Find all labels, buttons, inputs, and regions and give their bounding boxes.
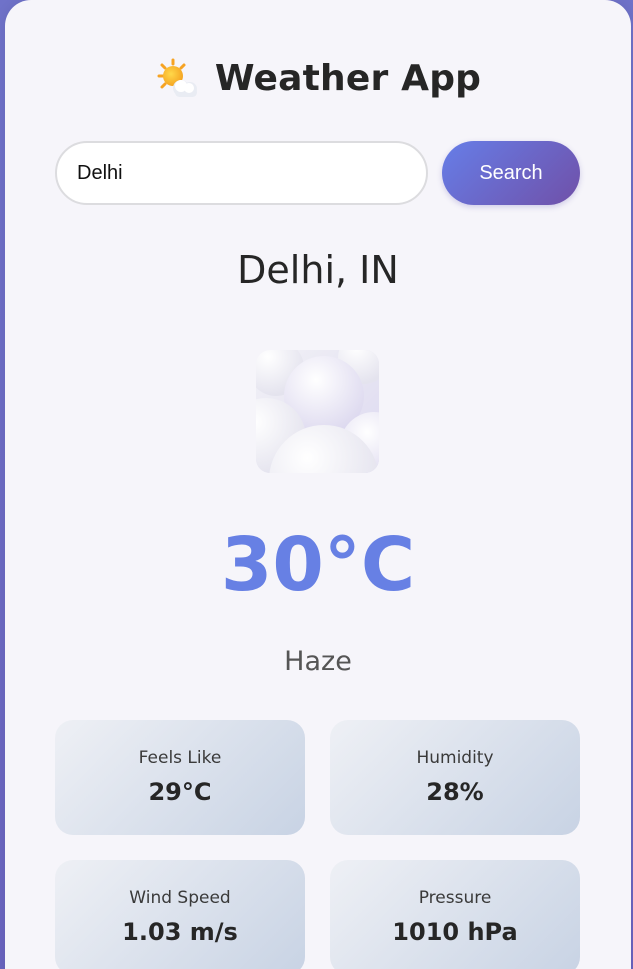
stat-label: Wind Speed [129, 888, 231, 908]
app-header: Weather App [5, 56, 631, 100]
weather-card: Weather App Search Delhi, IN [5, 0, 631, 969]
stat-value: 29°C [148, 778, 212, 806]
stat-value: 28% [426, 778, 484, 806]
stat-value: 1.03 m/s [122, 918, 238, 946]
stat-feels-like: Feels Like 29°C [55, 720, 305, 835]
stat-value: 1010 hPa [392, 918, 518, 946]
stat-wind-speed: Wind Speed 1.03 m/s [55, 860, 305, 969]
stat-label: Humidity [416, 748, 494, 768]
app-title: Weather App [214, 57, 482, 99]
stat-pressure: Pressure 1010 hPa [330, 860, 580, 969]
sun-behind-cloud-icon [155, 58, 201, 102]
stat-humidity: Humidity 28% [330, 720, 580, 835]
location-name: Delhi, IN [237, 248, 399, 292]
stat-label: Pressure [418, 888, 492, 908]
stat-label: Feels Like [138, 748, 222, 768]
cloud-icon [256, 350, 379, 473]
search-button[interactable]: Search [442, 141, 580, 205]
temperature: 30°C [220, 522, 416, 608]
search-bar: Search [55, 141, 580, 205]
weather-description: Haze [284, 646, 352, 677]
search-input[interactable] [55, 141, 428, 205]
